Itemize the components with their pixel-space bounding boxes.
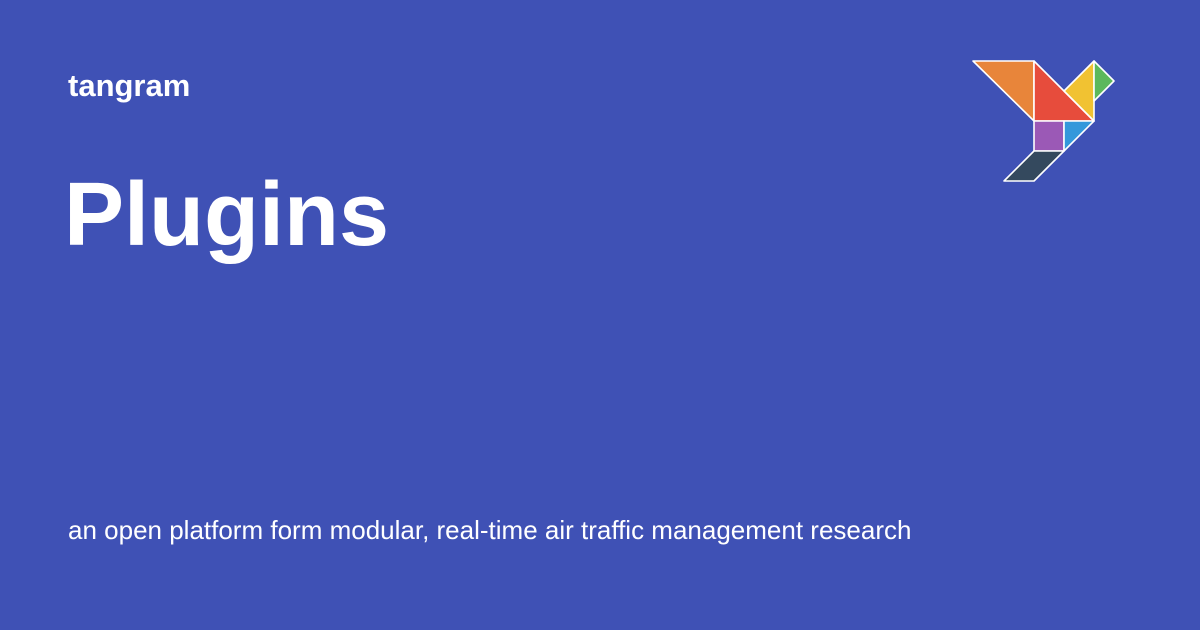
site-name: tangram xyxy=(68,68,191,103)
page-title: Plugins xyxy=(64,165,390,265)
tangram-purple-square xyxy=(1033,120,1065,152)
tangram-green-triangle xyxy=(1093,60,1115,102)
page-description: an open platform form modular, real-time… xyxy=(68,515,912,545)
tangram-bird-icon xyxy=(972,60,1115,182)
tangram-blue-triangle xyxy=(1063,120,1095,152)
tangram-orange-triangle xyxy=(972,60,1035,122)
tangram-navy-parallelogram xyxy=(1003,150,1065,182)
